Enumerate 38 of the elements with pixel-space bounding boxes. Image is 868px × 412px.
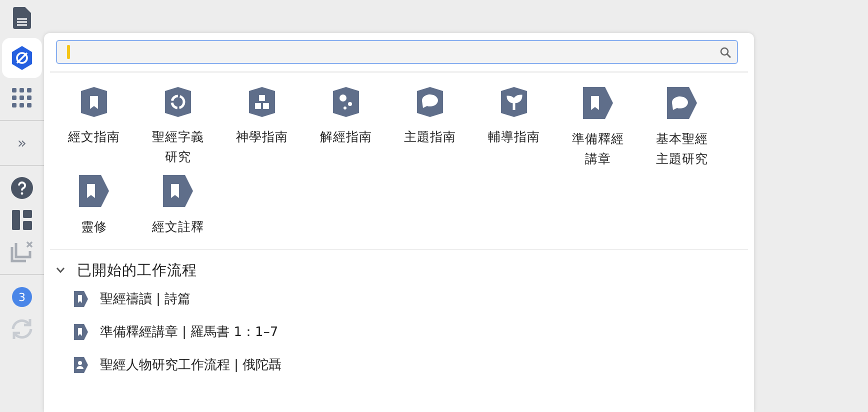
bookmark-tag-icon bbox=[163, 175, 193, 207]
expand-button[interactable]: » bbox=[17, 134, 27, 152]
workflow-tile-label[interactable]: 主題指南 bbox=[399, 127, 461, 147]
document-icon[interactable] bbox=[13, 7, 31, 29]
cycle-icon bbox=[165, 87, 191, 117]
workflow-tile-label[interactable]: 聖經字義研究 bbox=[147, 127, 209, 167]
bookmark-tag-icon bbox=[79, 175, 109, 207]
help-icon[interactable] bbox=[11, 177, 33, 199]
blocks-icon bbox=[249, 87, 275, 117]
bookmark-tag-icon bbox=[74, 324, 88, 340]
sprout-icon bbox=[501, 87, 527, 117]
section-title[interactable]: 已開始的工作流程 bbox=[77, 260, 197, 280]
dots-icon bbox=[333, 87, 359, 117]
speech-bubble-icon bbox=[417, 87, 443, 117]
bookmark-icon bbox=[81, 87, 107, 117]
workflow-tile-label[interactable]: 解經指南 bbox=[315, 127, 377, 147]
shield-icon[interactable] bbox=[12, 46, 32, 70]
notification-badge[interactable]: 3 bbox=[12, 287, 32, 307]
layout-icon[interactable] bbox=[12, 210, 32, 230]
workflow-tile-label[interactable]: 基本聖經主題研究 bbox=[651, 129, 713, 169]
bookmark-tag-icon bbox=[583, 87, 613, 119]
search-field[interactable] bbox=[56, 40, 738, 64]
workflow-tile-label[interactable]: 靈修 bbox=[63, 217, 125, 237]
workflow-tile-label[interactable]: 準備釋經講章 bbox=[567, 129, 629, 169]
person-tag-icon bbox=[74, 356, 88, 372]
workflow-item[interactable]: 聖經人物研究工作流程 | 俄陀聶 bbox=[100, 356, 282, 374]
text-cursor bbox=[67, 45, 70, 59]
workflow-tile-label[interactable]: 經文註釋 bbox=[147, 217, 209, 237]
apps-grid-icon[interactable] bbox=[12, 88, 32, 108]
workflow-tile-label[interactable]: 經文指南 bbox=[63, 127, 125, 147]
workflow-tile-label[interactable]: 神學指南 bbox=[231, 127, 293, 147]
workflow-tile-label[interactable]: 輔導指南 bbox=[483, 127, 545, 147]
speech-tag-icon bbox=[667, 87, 697, 119]
workflow-item[interactable]: 聖經禱讀 | 詩篇 bbox=[100, 290, 191, 308]
search-icon[interactable] bbox=[720, 46, 731, 58]
chevron-icon[interactable] bbox=[56, 267, 65, 273]
workflow-item[interactable]: 準備釋經講章 | 羅馬書 1：1–7 bbox=[100, 322, 278, 340]
bookmark-tag-icon bbox=[74, 290, 88, 306]
